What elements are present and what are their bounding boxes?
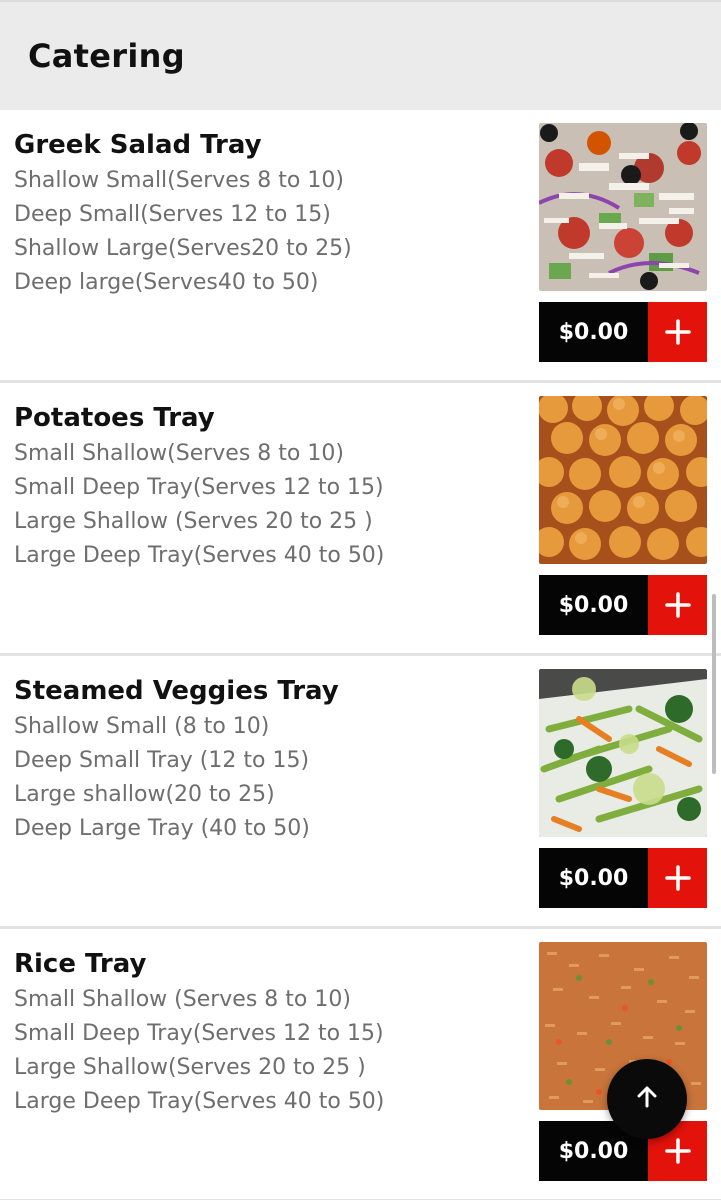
item-option: Shallow Small(Serves 8 to 10) (14, 168, 344, 193)
catering-page: Catering Greek Salad Tray Shallow Small(… (0, 0, 721, 1200)
item-title: Steamed Veggies Tray (14, 676, 339, 706)
scroll-to-top-button[interactable] (607, 1059, 687, 1139)
item-option: Large Deep Tray(Serves 40 to 50) (14, 543, 385, 568)
menu-item-potatoes[interactable]: Potatoes Tray Small Shallow(Serves 8 to … (0, 383, 721, 656)
add-to-cart-button[interactable]: $0.00 (539, 302, 707, 362)
item-option: Shallow Small (8 to 10) (14, 714, 270, 739)
price-label[interactable]: $0.00 (539, 302, 648, 362)
item-details: Rice Tray Small Shallow (Serves 8 to 10)… (14, 947, 524, 1119)
steamed-veggies-photo[interactable] (539, 669, 707, 837)
item-option: Small Shallow(Serves 8 to 10) (14, 441, 344, 466)
menu-item-steamed-veggies[interactable]: Steamed Veggies Tray Shallow Small (8 to… (0, 656, 721, 929)
item-option: Small Shallow (Serves 8 to 10) (14, 987, 351, 1012)
price-label[interactable]: $0.00 (539, 848, 648, 908)
item-option: Deep large(Serves40 to 50) (14, 270, 319, 295)
add-to-cart-button[interactable]: $0.00 (539, 848, 707, 908)
potatoes-photo[interactable] (539, 396, 707, 564)
item-title: Greek Salad Tray (14, 130, 262, 160)
price-label[interactable]: $0.00 (539, 575, 648, 635)
menu-item-rice[interactable]: Rice Tray Small Shallow (Serves 8 to 10)… (0, 929, 721, 1200)
item-option: Deep Small(Serves 12 to 15) (14, 202, 331, 227)
item-title: Rice Tray (14, 949, 147, 979)
item-title: Potatoes Tray (14, 403, 215, 433)
item-option: Small Deep Tray(Serves 12 to 15) (14, 475, 384, 500)
menu-item-greek-salad[interactable]: Greek Salad Tray Shallow Small(Serves 8 … (0, 110, 721, 383)
greek-salad-photo[interactable] (539, 123, 707, 291)
item-option: Large Deep Tray(Serves 40 to 50) (14, 1089, 385, 1114)
item-option: Large Shallow (Serves 20 to 25 ) (14, 509, 373, 534)
item-details: Greek Salad Tray Shallow Small(Serves 8 … (14, 128, 524, 300)
category-title: Catering (28, 37, 185, 75)
item-option: Large shallow(20 to 25) (14, 782, 275, 807)
item-option: Deep Large Tray (40 to 50) (14, 816, 310, 841)
item-option: Small Deep Tray(Serves 12 to 15) (14, 1021, 384, 1046)
item-details: Potatoes Tray Small Shallow(Serves 8 to … (14, 401, 524, 573)
plus-icon[interactable] (648, 848, 707, 908)
plus-icon[interactable] (648, 575, 707, 635)
plus-icon[interactable] (648, 302, 707, 362)
add-to-cart-button[interactable]: $0.00 (539, 575, 707, 635)
item-option: Large Shallow(Serves 20 to 25 ) (14, 1055, 366, 1080)
item-details: Steamed Veggies Tray Shallow Small (8 to… (14, 674, 524, 846)
scrollbar[interactable] (712, 594, 716, 774)
item-option: Deep Small Tray (12 to 15) (14, 748, 310, 773)
arrow-up-icon (634, 1084, 660, 1114)
category-header: Catering (0, 0, 721, 110)
item-option: Shallow Large(Serves20 to 25) (14, 236, 352, 261)
